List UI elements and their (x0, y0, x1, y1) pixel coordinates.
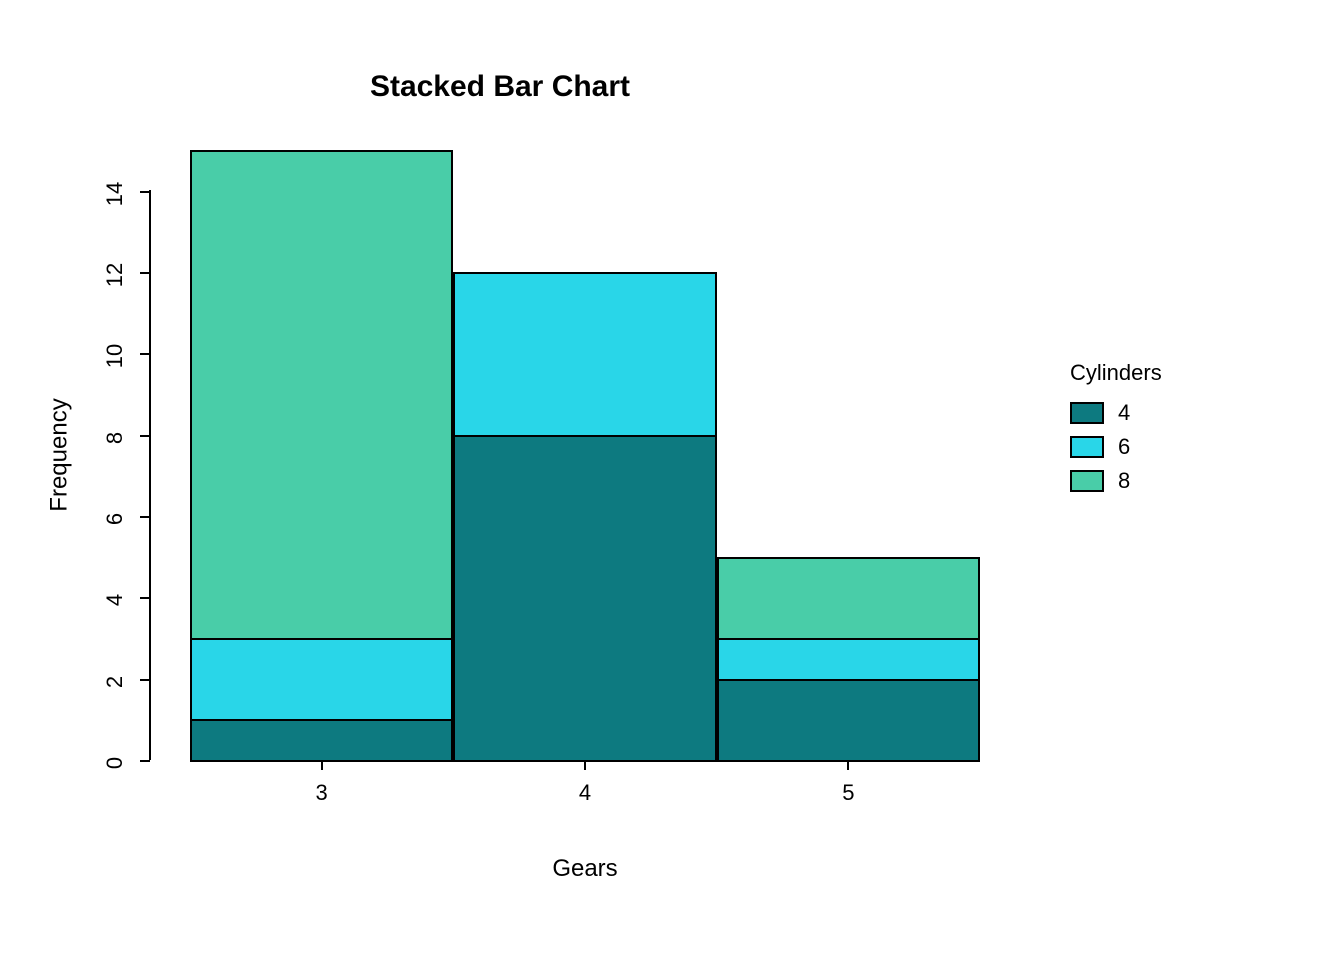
y-tick-label: 10 (102, 336, 128, 376)
chart-title: Stacked Bar Chart (0, 70, 1000, 104)
y-tick-label: 0 (102, 743, 128, 783)
bar-segment (717, 557, 980, 640)
legend: Cylinders 4 6 8 (1070, 360, 1162, 498)
x-tick (321, 760, 323, 770)
y-tick (140, 760, 150, 762)
legend-label: 8 (1118, 468, 1130, 494)
y-tick (140, 272, 150, 274)
y-tick-label: 6 (102, 499, 128, 539)
bar-segment (453, 435, 716, 762)
y-tick-label: 14 (102, 174, 128, 214)
x-tick-label: 3 (302, 780, 342, 806)
stacked-bar-chart: Stacked Bar Chart Frequency Gears Cylind… (0, 0, 1344, 960)
y-tick (140, 435, 150, 437)
y-tick (140, 516, 150, 518)
bar-segment (453, 272, 716, 437)
legend-title: Cylinders (1070, 360, 1162, 386)
x-tick-label: 4 (565, 780, 605, 806)
legend-entry: 6 (1070, 430, 1162, 464)
legend-label: 6 (1118, 434, 1130, 460)
y-tick (140, 353, 150, 355)
bar-segment (190, 638, 453, 721)
x-tick-label: 5 (828, 780, 868, 806)
y-axis-label: Frequency (40, 150, 80, 760)
x-tick (584, 760, 586, 770)
bar-segment (717, 679, 980, 762)
y-tick-label: 12 (102, 255, 128, 295)
y-tick-label: 8 (102, 418, 128, 458)
legend-entry: 4 (1070, 396, 1162, 430)
legend-swatch (1070, 436, 1104, 458)
y-tick-label: 4 (102, 580, 128, 620)
y-tick (140, 191, 150, 193)
bar-segment (190, 150, 453, 640)
x-axis-label: Gears (150, 855, 1020, 883)
y-tick (140, 679, 150, 681)
bar-segment (717, 638, 980, 681)
y-tick-label: 2 (102, 662, 128, 702)
legend-label: 4 (1118, 400, 1130, 426)
legend-entry: 8 (1070, 464, 1162, 498)
legend-swatch (1070, 470, 1104, 492)
legend-swatch (1070, 402, 1104, 424)
bar-segment (190, 719, 453, 762)
x-tick (847, 760, 849, 770)
y-tick (140, 597, 150, 599)
